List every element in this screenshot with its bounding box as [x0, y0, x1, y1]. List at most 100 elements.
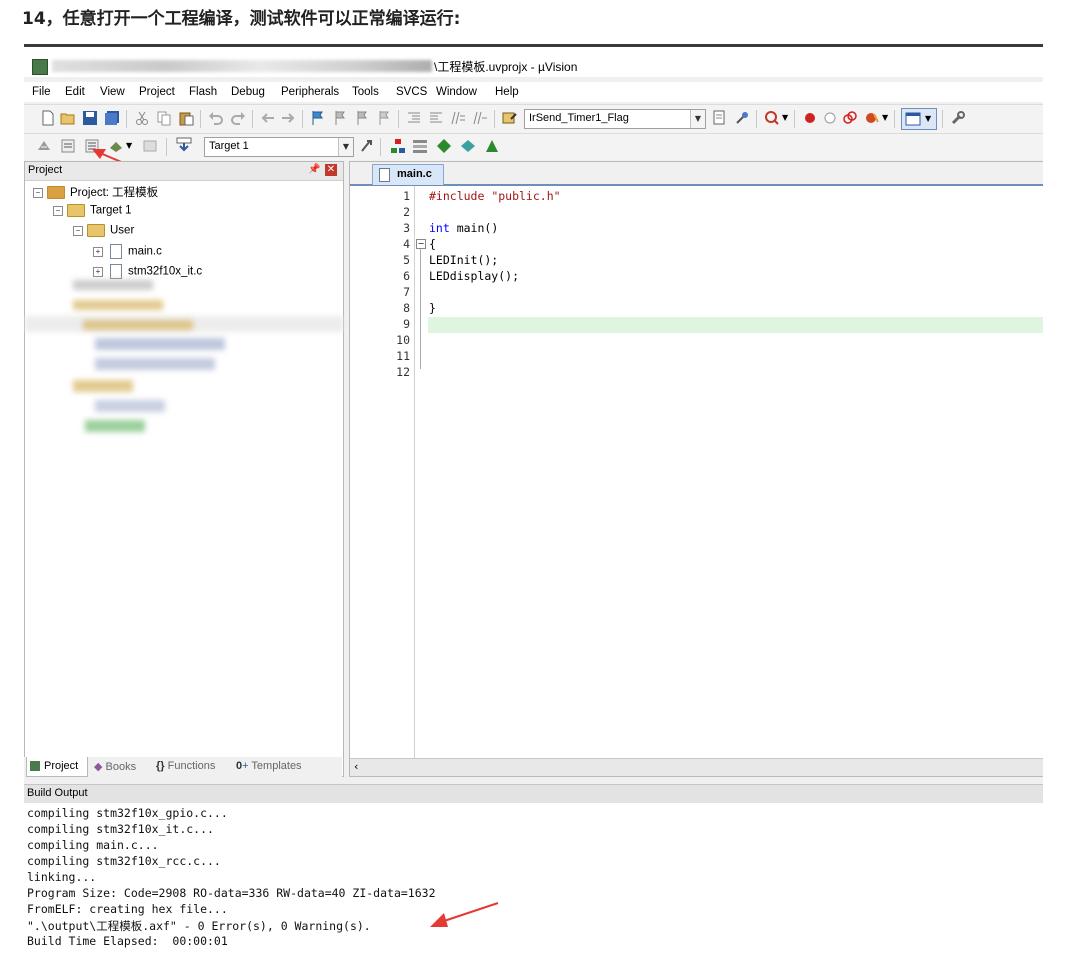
code-line[interactable]: #include "public.h"	[429, 189, 561, 203]
load-download-icon[interactable]	[176, 137, 192, 153]
file-icon	[379, 168, 390, 182]
bookmark-icon[interactable]	[310, 110, 326, 126]
nav-forward-icon[interactable]	[280, 110, 296, 126]
rte-icon[interactable]	[484, 138, 500, 154]
menu-window[interactable]: Window	[436, 86, 477, 98]
select-packs-icon[interactable]	[412, 138, 428, 154]
tree-target[interactable]: − Target 1	[53, 204, 132, 222]
incremental-find-icon[interactable]	[712, 110, 728, 126]
menu-help[interactable]: Help	[495, 86, 519, 98]
code-line[interactable]: {	[429, 237, 436, 251]
menu-project[interactable]: Project	[139, 86, 175, 98]
nav-back-icon[interactable]	[260, 110, 276, 126]
debug-session-icon[interactable]	[764, 110, 780, 126]
code-line[interactable]: int main()	[429, 221, 498, 235]
window-title: \工程模板.uvprojx - µVision	[434, 60, 578, 74]
kill-breakpoints-icon[interactable]	[864, 110, 880, 126]
blurred-row	[73, 280, 153, 290]
code-line[interactable]: }	[429, 301, 436, 315]
blurred-row	[83, 320, 193, 330]
clear-bookmarks-icon[interactable]	[376, 110, 392, 126]
tab-templates[interactable]: 0+ Templates	[236, 760, 302, 772]
target-options-icon[interactable]	[359, 138, 375, 154]
prev-bookmark-icon[interactable]	[332, 110, 348, 126]
tab-books[interactable]: ◆ Books	[94, 760, 136, 773]
menu-svcs[interactable]: SVCS	[396, 86, 427, 98]
collapse-icon[interactable]: −	[416, 239, 426, 249]
code-line[interactable]: LEDdisplay();	[429, 269, 519, 283]
manage-project-items-icon[interactable]	[390, 138, 406, 154]
project-tab-icon	[30, 761, 40, 771]
unindent-icon[interactable]	[428, 110, 444, 126]
disable-breakpoint-icon[interactable]	[822, 110, 838, 126]
chevron-down-icon[interactable]: ▼	[782, 113, 788, 122]
blurred-path	[52, 60, 432, 72]
tree-group-user[interactable]: − User	[73, 224, 134, 242]
disable-all-breakpoints-icon[interactable]	[842, 110, 858, 126]
tree-label: Target 1	[90, 204, 132, 217]
redo-icon[interactable]	[230, 110, 246, 126]
menu-file[interactable]: File	[32, 86, 51, 98]
menu-flash[interactable]: Flash	[189, 86, 217, 98]
blurred-row	[95, 400, 165, 412]
uncomment-icon[interactable]	[472, 110, 488, 126]
uvision-window: \工程模板.uvprojx - µVision File Edit View P…	[24, 44, 1043, 956]
chevron-down-icon[interactable]: ▼	[338, 138, 353, 156]
tab-functions[interactable]: {} Functions	[156, 760, 215, 772]
breakpoint-icon[interactable]	[802, 110, 818, 126]
chevron-down-icon[interactable]: ▼	[882, 113, 888, 122]
current-line-highlight	[428, 317, 1043, 333]
tab-project[interactable]: Project	[26, 757, 88, 777]
next-bookmark-icon[interactable]	[354, 110, 370, 126]
translate-icon[interactable]	[36, 138, 52, 154]
menu-edit[interactable]: Edit	[65, 86, 85, 98]
horizontal-scrollbar[interactable]: ‹	[350, 758, 1043, 776]
cut-icon[interactable]	[134, 110, 150, 126]
uvision-app-icon	[32, 59, 48, 75]
fold-line	[420, 249, 421, 369]
close-icon[interactable]: ✕	[325, 164, 337, 176]
function-combo[interactable]: IrSend_Timer1_Flag ▼	[524, 109, 706, 129]
target-combo[interactable]: Target 1 ▼	[204, 137, 354, 157]
tab-main-c[interactable]: main.c	[372, 164, 444, 185]
copy-icon[interactable]	[156, 110, 172, 126]
find-in-files-icon[interactable]	[502, 110, 518, 126]
window-layout-button[interactable]: ▼	[901, 108, 937, 130]
comment-icon[interactable]	[450, 110, 466, 126]
tree-label: stm32f10x_it.c	[128, 265, 203, 278]
paste-icon[interactable]	[178, 110, 194, 126]
tab-label: Functions	[167, 760, 216, 772]
menu-debug[interactable]: Debug	[231, 86, 265, 98]
pack-installer-icon[interactable]	[436, 138, 452, 154]
save-icon[interactable]	[82, 110, 98, 126]
collapse-icon[interactable]: −	[53, 205, 63, 216]
configure-icon[interactable]	[734, 110, 750, 126]
open-folder-icon[interactable]	[60, 110, 76, 126]
panel-title: Build Output	[27, 787, 88, 799]
chevron-down-icon[interactable]: ▼	[690, 110, 705, 128]
indent-icon[interactable]	[406, 110, 422, 126]
expand-icon[interactable]: +	[93, 246, 103, 257]
build-output-pane[interactable]: compiling stm32f10x_gpio.c... compiling …	[24, 803, 1043, 956]
chevron-left-icon[interactable]: ‹	[354, 760, 358, 773]
menu-tools[interactable]: Tools	[352, 86, 379, 98]
toolbar-separator	[398, 110, 399, 128]
menu-peripherals[interactable]: Peripherals	[281, 86, 339, 98]
menu-view[interactable]: View	[100, 86, 125, 98]
save-all-icon[interactable]	[104, 110, 120, 126]
build-icon[interactable]	[60, 138, 76, 154]
expand-icon[interactable]: +	[93, 266, 103, 277]
panel-title: Project	[28, 164, 63, 176]
collapse-icon[interactable]: −	[73, 225, 83, 236]
wrench-icon[interactable]	[950, 110, 966, 126]
tree-file-main[interactable]: + main.c	[93, 244, 162, 262]
code-line[interactable]: LEDInit();	[429, 253, 498, 267]
new-file-icon[interactable]	[40, 110, 56, 126]
tab-label: Project	[44, 760, 79, 772]
tree-project-root[interactable]: − Project: 工程模板	[33, 184, 158, 202]
manage-rte-icon[interactable]	[460, 138, 476, 154]
code-token: #include	[429, 189, 492, 203]
collapse-icon[interactable]: −	[33, 187, 43, 198]
undo-icon[interactable]	[208, 110, 224, 126]
pin-icon[interactable]: 📌	[308, 164, 320, 175]
